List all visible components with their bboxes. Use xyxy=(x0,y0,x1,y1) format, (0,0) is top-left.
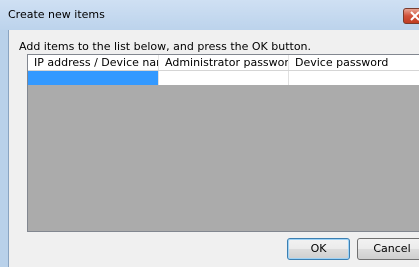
list-row[interactable] xyxy=(28,71,419,85)
cell-device-password[interactable] xyxy=(289,71,419,85)
cancel-button[interactable]: Cancel xyxy=(357,238,419,260)
title-bar[interactable]: Create new items xyxy=(0,0,419,30)
close-button[interactable] xyxy=(403,8,419,24)
column-header-admin-password[interactable]: Administrator password xyxy=(159,55,289,70)
column-header-device-password[interactable]: Device password xyxy=(289,55,419,70)
items-list[interactable]: IP address / Device name Administrator p… xyxy=(27,54,419,232)
ok-button[interactable]: OK xyxy=(287,238,350,260)
list-header: IP address / Device name Administrator p… xyxy=(28,55,419,71)
cell-admin-password[interactable] xyxy=(159,71,289,85)
column-header-ip-address[interactable]: IP address / Device name xyxy=(28,55,159,70)
dialog-window: Create new items Add items to the list b… xyxy=(0,0,419,267)
cell-ip-address[interactable] xyxy=(28,71,159,85)
close-icon xyxy=(410,11,419,21)
instruction-text: Add items to the list below, and press t… xyxy=(19,40,312,53)
window-title: Create new items xyxy=(8,8,105,21)
